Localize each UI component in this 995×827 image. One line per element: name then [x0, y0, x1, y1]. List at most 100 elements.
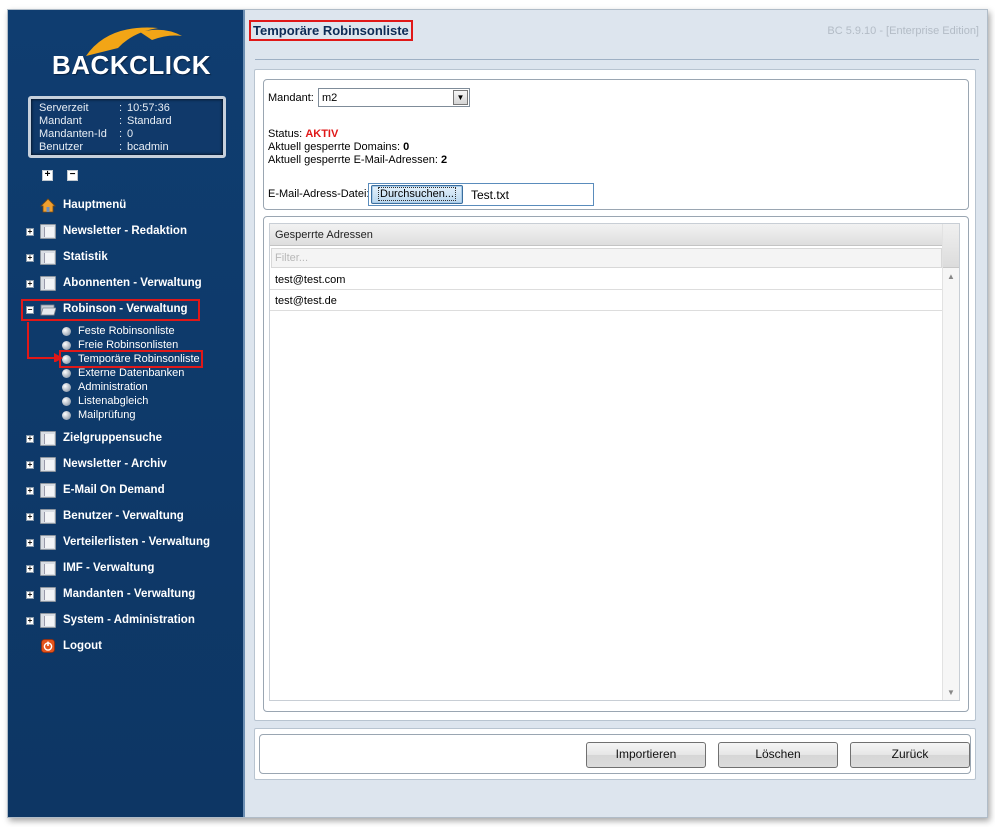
expand-all-icon[interactable]: + [42, 170, 53, 181]
form-panel: Mandant: m2 ▼ Status: AKTIV Aktuell gesp… [263, 79, 969, 210]
sub-item-externe-datenbanken[interactable]: Externe Datenbanken [62, 366, 184, 380]
action-panel: Importieren Löschen Zurück [254, 728, 976, 780]
nav-verteilerlisten-verwaltung[interactable]: + Verteilerlisten - Verwaltung [8, 533, 245, 553]
mandant-select-value: m2 [322, 92, 338, 104]
domains-line: Aktuell gesperrte Domains: 0 [268, 141, 409, 153]
domains-value: 0 [403, 141, 410, 153]
sub-item-feste-robinsonliste[interactable]: Feste Robinsonliste [62, 324, 175, 338]
session-info-box: Serverzeit:10:57:36 Mandant: Standard Man… [28, 96, 226, 158]
page-title: Temporäre Robinsonliste [249, 20, 413, 41]
expand-icon[interactable]: + [26, 280, 34, 288]
info-sep: : [119, 128, 123, 140]
expand-icon[interactable]: + [26, 513, 34, 521]
expand-icon[interactable]: + [26, 228, 34, 236]
delete-button[interactable]: Löschen [718, 742, 838, 768]
highlight-box-robinson [21, 299, 200, 321]
info-sep: : [119, 102, 123, 114]
sub-item-mailpruefung[interactable]: Mailprüfung [62, 408, 135, 422]
folder-icon [40, 509, 56, 524]
nav-statistik[interactable]: + Statistik [8, 248, 245, 268]
version-label: BC 5.9.10 - [Enterprise Edition] [827, 25, 979, 37]
file-name: Test.txt [471, 188, 510, 202]
nav-abonnenten-verwaltung[interactable]: + Abonnenten - Verwaltung [8, 274, 245, 294]
nav-label: Abonnenten - Verwaltung [63, 277, 202, 289]
import-button[interactable]: Importieren [586, 742, 706, 768]
folder-icon [40, 483, 56, 498]
status-label: Status: [268, 128, 303, 140]
file-input[interactable]: Durchsuchen... Test.txt [368, 183, 594, 206]
nav-label: Benutzer - Verwaltung [63, 510, 184, 522]
nav-hauptmenue[interactable]: Hauptmenü [8, 196, 245, 216]
nav-label: E-Mail On Demand [63, 484, 165, 496]
mandant-label: Mandant: [268, 92, 314, 104]
expand-icon[interactable]: + [26, 565, 34, 573]
nav-mandanten-verwaltung[interactable]: + Mandanten - Verwaltung [8, 585, 245, 605]
grid-header-gesperrte-adressen[interactable]: Gesperrte Adressen [270, 224, 943, 246]
expand-icon[interactable]: + [26, 617, 34, 625]
nav-label: Mandanten - Verwaltung [63, 588, 196, 600]
collapse-all-icon[interactable]: − [67, 170, 78, 181]
nav-newsletter-archiv[interactable]: + Newsletter - Archiv [8, 455, 245, 475]
grid-scrollbar[interactable]: ▲ ▼ [942, 224, 959, 700]
sub-item-label: Mailprüfung [78, 409, 136, 421]
nav-label: Zielgruppensuche [63, 432, 163, 444]
info-key: Mandant [39, 115, 82, 127]
sidebar: BACKCLICK Serverzeit:10:57:36 Mandant: St… [8, 10, 245, 817]
back-button[interactable]: Zurück [850, 742, 970, 768]
bullet-icon [62, 410, 71, 420]
table-row[interactable]: test@test.de [270, 290, 943, 311]
nav-zielgruppensuche[interactable]: + Zielgruppensuche [8, 429, 245, 449]
nav-label: Hauptmenü [63, 199, 127, 211]
expand-icon[interactable]: + [26, 591, 34, 599]
info-sep: : [119, 141, 123, 153]
chevron-down-icon[interactable]: ▼ [453, 90, 468, 105]
scroll-down-icon[interactable]: ▼ [947, 688, 955, 697]
info-row-serverzeit: Serverzeit:10:57:36 [39, 102, 223, 115]
power-icon [41, 639, 55, 653]
expand-icon[interactable]: + [26, 435, 34, 443]
info-sep: : [119, 115, 123, 127]
info-key: Benutzer [39, 141, 84, 153]
expand-icon[interactable]: + [26, 487, 34, 495]
grid-filter-input[interactable]: Filter... [271, 248, 942, 268]
sub-item-label: Listenabgleich [78, 395, 149, 407]
table-row[interactable]: test@test.com [270, 269, 943, 290]
content-panel: Mandant: m2 ▼ Status: AKTIV Aktuell gesp… [254, 69, 976, 721]
main-content: Temporäre Robinsonliste BC 5.9.10 - [Ent… [247, 10, 987, 817]
info-value: 10:57:36 [127, 102, 170, 114]
nav-email-on-demand[interactable]: + E-Mail On Demand [8, 481, 245, 501]
red-arrow-icon [27, 322, 63, 362]
browse-button-label: Durchsuchen... [378, 187, 456, 201]
blocked-addresses-grid: Gesperrte Adressen Filter... test@test.c… [269, 223, 960, 701]
nav-label: System - Administration [63, 614, 195, 626]
nav-logout[interactable]: Logout [8, 637, 245, 657]
folder-icon [40, 613, 56, 628]
expand-icon[interactable]: + [26, 461, 34, 469]
nav-newsletter-redaktion[interactable]: + Newsletter - Redaktion [8, 222, 245, 242]
browse-button[interactable]: Durchsuchen... [371, 185, 463, 204]
info-row-mandant: Mandant: Standard [39, 115, 223, 128]
nav-label: Verteilerlisten - Verwaltung [63, 536, 210, 548]
folder-icon [40, 276, 56, 291]
expand-icon[interactable]: + [26, 539, 34, 547]
home-icon [40, 198, 56, 213]
scroll-up-icon[interactable]: ▲ [947, 272, 955, 281]
list-panel: Gesperrte Adressen Filter... test@test.c… [263, 216, 969, 712]
sub-item-administration[interactable]: Administration [62, 380, 148, 394]
logo-text: BACKCLICK [52, 50, 212, 80]
nav-label: Newsletter - Archiv [63, 458, 167, 470]
sub-item-label: Administration [78, 381, 148, 393]
expand-icon[interactable]: + [26, 254, 34, 262]
nav-benutzer-verwaltung[interactable]: + Benutzer - Verwaltung [8, 507, 245, 527]
folder-icon [40, 561, 56, 576]
sub-item-listenabgleich[interactable]: Listenabgleich [62, 394, 148, 408]
bullet-icon [62, 368, 71, 378]
nav-system-administration[interactable]: + System - Administration [8, 611, 245, 631]
folder-icon [40, 224, 56, 239]
nav-imf-verwaltung[interactable]: + IMF - Verwaltung [8, 559, 245, 579]
bullet-icon [62, 382, 71, 392]
status-value: AKTIV [305, 128, 339, 140]
mandant-select[interactable]: m2 ▼ [318, 88, 470, 107]
info-row-mandanten-id: Mandanten-Id:0 [39, 128, 223, 141]
sub-item-label: Externe Datenbanken [78, 367, 185, 379]
